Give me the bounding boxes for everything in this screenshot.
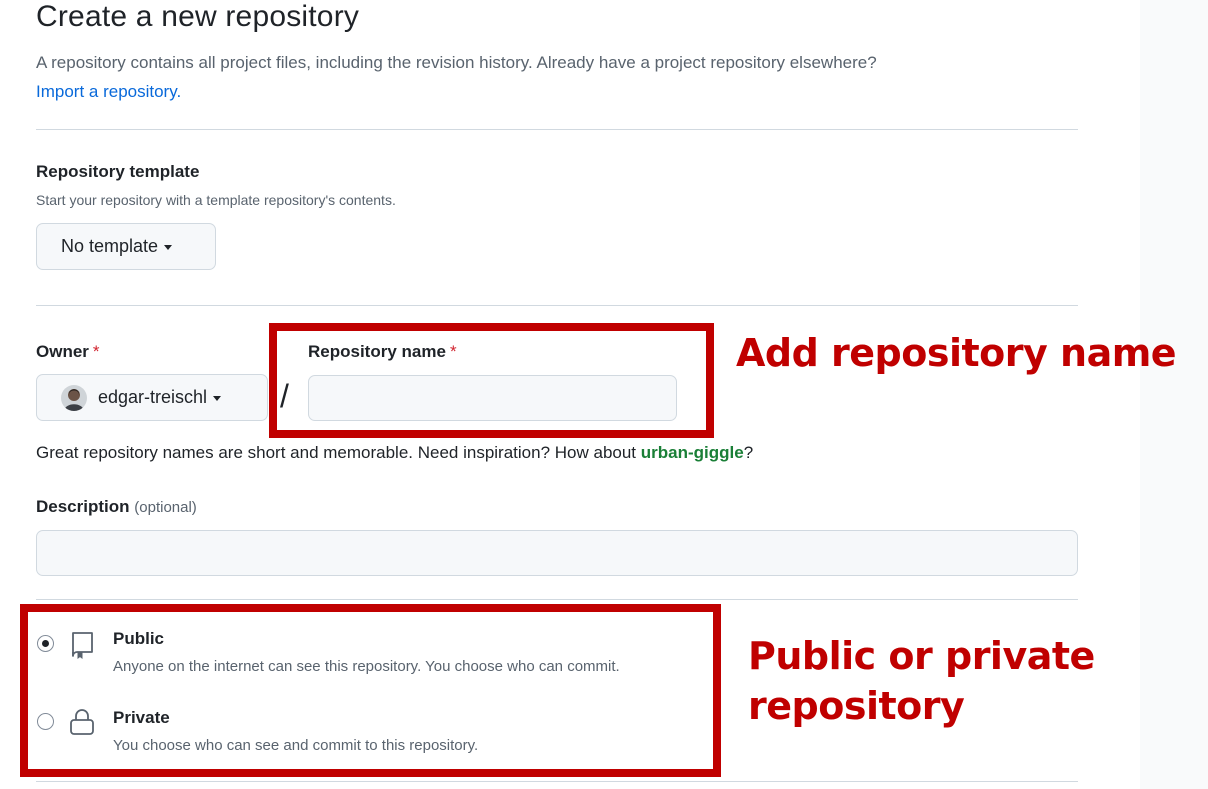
section-divider bbox=[36, 129, 1078, 130]
owner-label-text: Owner bbox=[36, 342, 89, 361]
required-mark: * bbox=[92, 342, 100, 361]
template-select-button[interactable]: No template bbox=[36, 223, 216, 270]
owner-select-label: edgar-treischl bbox=[98, 387, 208, 407]
suggested-name-link[interactable]: urban-giggle bbox=[641, 443, 744, 462]
template-note: Start your repository with a template re… bbox=[36, 192, 396, 208]
chevron-down-icon bbox=[213, 396, 222, 401]
visibility-callout-line-1: Public or private bbox=[748, 634, 1095, 678]
page-title: Create a new repository bbox=[36, 0, 360, 33]
visibility-callout: Public or private repository bbox=[748, 631, 1095, 731]
new-repository-page: Create a new repository A repository con… bbox=[0, 0, 1208, 789]
repo-name-hint: Great repository names are short and mem… bbox=[36, 443, 753, 463]
chevron-down-icon bbox=[164, 245, 173, 250]
subtitle-text: A repository contains all project files,… bbox=[36, 53, 877, 72]
import-repository-link[interactable]: Import a repository. bbox=[36, 82, 181, 101]
description-label-text: Description bbox=[36, 497, 130, 516]
visibility-highlight-box bbox=[20, 604, 721, 777]
section-divider bbox=[36, 781, 1078, 782]
section-divider bbox=[36, 599, 1078, 600]
optional-tag: (optional) bbox=[134, 499, 197, 516]
description-input[interactable] bbox=[36, 530, 1078, 576]
template-label: Repository template bbox=[36, 162, 200, 181]
page-subtitle: A repository contains all project files,… bbox=[36, 48, 1096, 106]
avatar bbox=[61, 384, 87, 411]
repo-name-highlight-box bbox=[269, 323, 714, 438]
description-label: Description (optional) bbox=[36, 497, 197, 517]
owner-select-button[interactable]: edgar-treischl bbox=[36, 374, 268, 421]
right-gutter bbox=[1140, 0, 1208, 789]
hint-suffix: ? bbox=[743, 443, 754, 462]
visibility-callout-line-2: repository bbox=[748, 684, 965, 728]
section-divider bbox=[36, 305, 1078, 306]
owner-label: Owner * bbox=[36, 342, 100, 362]
template-select-label: No template bbox=[61, 236, 159, 256]
hint-text: Great repository names are short and mem… bbox=[36, 443, 641, 462]
repo-name-callout: Add repository name bbox=[736, 331, 1177, 375]
